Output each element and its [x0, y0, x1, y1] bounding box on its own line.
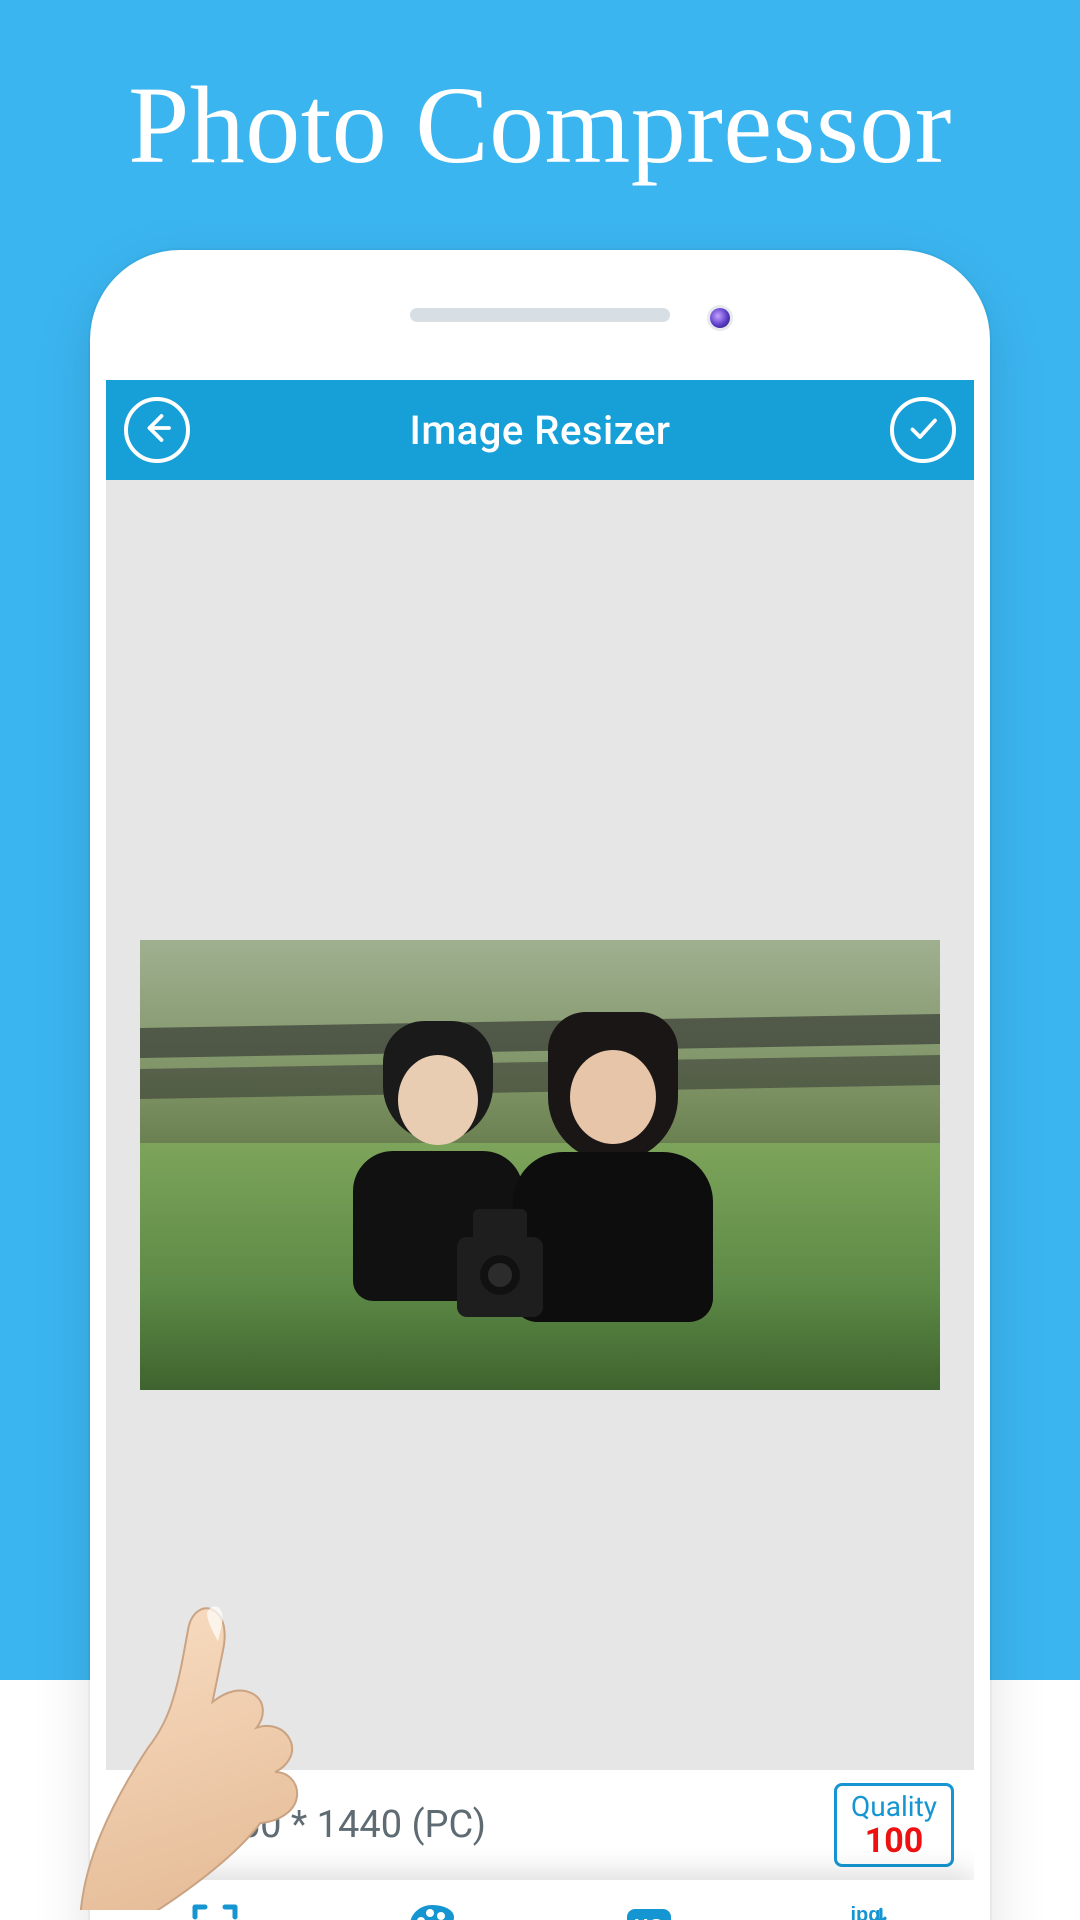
phone-speaker — [410, 308, 670, 322]
tab-bg-color[interactable]: BG Color — [323, 1880, 540, 1920]
app-screen: Image Resizer — [106, 380, 974, 1920]
svg-text:HQ: HQ — [634, 1916, 664, 1920]
promo-stage: Photo Compressor Image Resizer — [0, 0, 1080, 1920]
check-icon — [905, 410, 941, 450]
preview-photo — [140, 940, 940, 1390]
image-preview-area[interactable] — [106, 480, 974, 1770]
confirm-button[interactable] — [890, 397, 956, 463]
tab-quality[interactable]: HQ Quality — [540, 1880, 757, 1920]
phone-top-bezel — [90, 250, 990, 380]
dimension-quality-bar: 2560 * 1440 (PC) Quality 100 — [106, 1770, 974, 1880]
quality-label: Quality — [849, 1792, 939, 1823]
format-icon: jpg png — [837, 1900, 895, 1920]
hq-icon: HQ — [620, 1900, 678, 1920]
promo-title: Photo Compressor — [0, 0, 1080, 180]
dimension-text[interactable]: 2560 * 1440 (PC) — [196, 1803, 486, 1847]
tab-dimension[interactable]: si — [106, 1880, 323, 1920]
bottom-tab-bar: si BG Color — [106, 1880, 974, 1920]
quality-value: 100 — [849, 1823, 939, 1860]
tab-format[interactable]: jpg png Format — [757, 1880, 974, 1920]
back-button[interactable] — [124, 397, 190, 463]
expand-icon[interactable] — [126, 1800, 176, 1850]
phone-front-camera — [710, 308, 730, 328]
camera-prop-icon — [457, 1237, 543, 1317]
dimension-icon — [186, 1900, 244, 1920]
phone-mockup: Image Resizer — [90, 250, 990, 1920]
app-title: Image Resizer — [409, 407, 670, 454]
app-header: Image Resizer — [106, 380, 974, 480]
quality-indicator[interactable]: Quality 100 — [834, 1783, 954, 1867]
arrow-left-icon — [139, 410, 175, 450]
palette-icon — [403, 1900, 461, 1920]
